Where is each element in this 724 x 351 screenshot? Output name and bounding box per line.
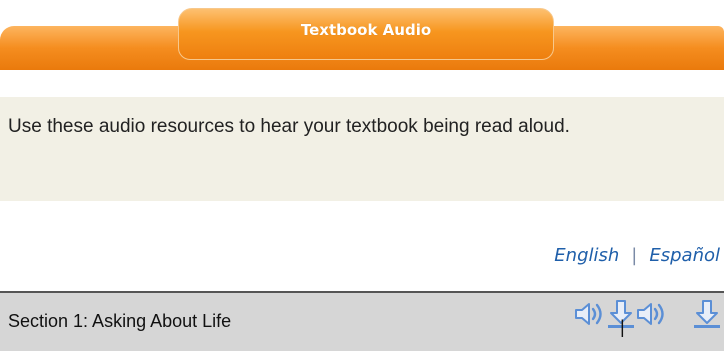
english-link[interactable]: English [554, 245, 619, 266]
language-links: English | Español [554, 245, 720, 266]
section-label: Section 1: Asking About Life [8, 311, 232, 331]
description-panel: Use these audio resources to hear your t… [0, 97, 724, 201]
language-separator: | [631, 245, 638, 266]
speaker-icon[interactable] [634, 299, 668, 329]
header-title: Textbook Audio [300, 21, 432, 39]
download-icon[interactable] [690, 299, 724, 329]
description-text: Use these audio resources to hear your t… [8, 116, 570, 137]
section-row: Section 1: Asking About Life | [0, 291, 724, 351]
header-tab: Textbook Audio [178, 8, 554, 60]
spanish-link[interactable]: Español [649, 245, 720, 266]
speaker-icon[interactable] [572, 299, 606, 329]
icon-divider: | [620, 317, 625, 337]
